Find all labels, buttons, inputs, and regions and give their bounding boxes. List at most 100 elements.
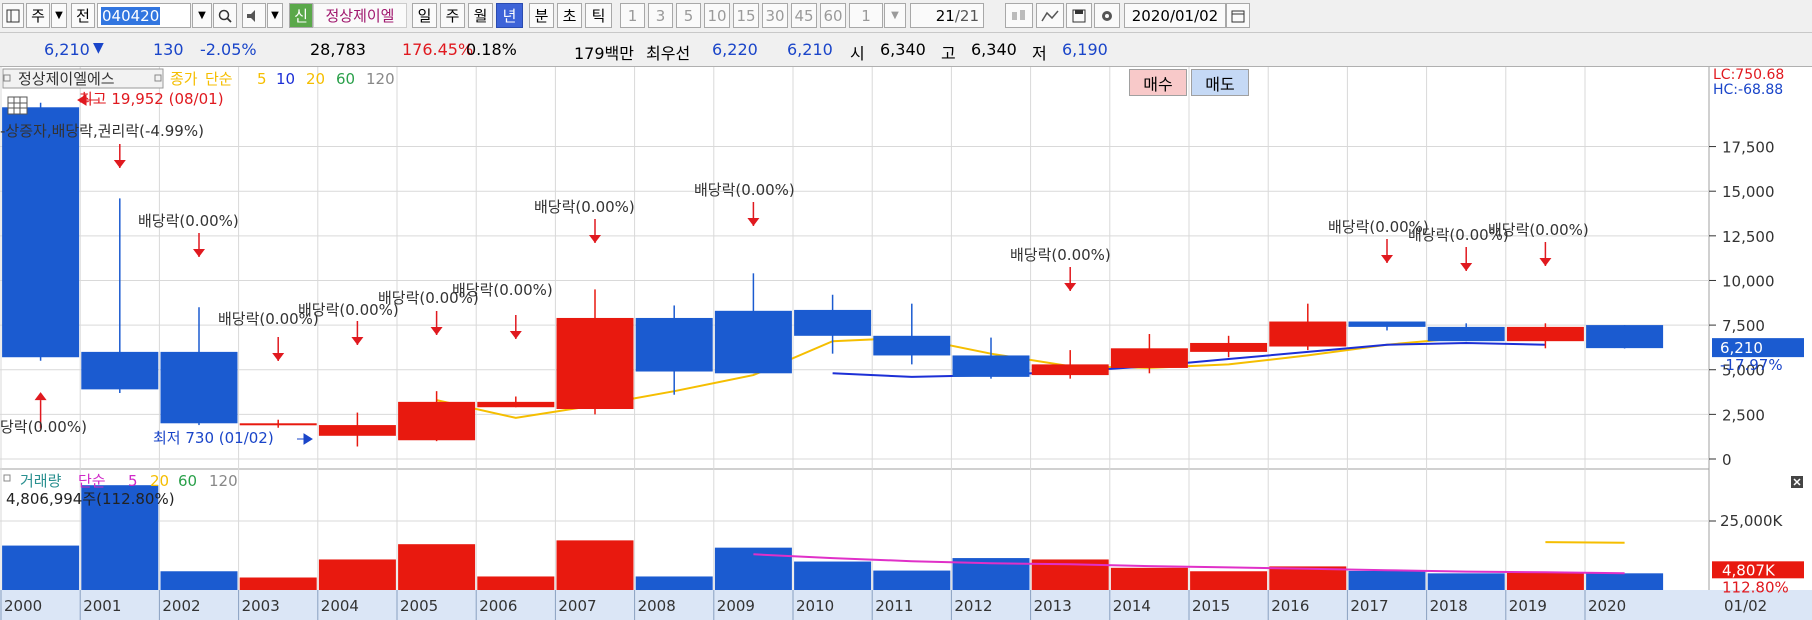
interval-30[interactable]: 30 — [762, 3, 788, 28]
tab-second[interactable]: 초 — [557, 3, 582, 28]
code-dropdown-icon[interactable]: ▼ — [192, 3, 212, 28]
interval-10[interactable]: 10 — [704, 3, 730, 28]
event-label: -상증자,배당락,권리락(-4.99%) — [0, 122, 204, 140]
interval-dropdown-icon[interactable]: ▼ — [884, 3, 906, 28]
gear-icon[interactable] — [1094, 3, 1120, 28]
volume-ratio: 176.45% — [402, 40, 474, 59]
x-tick-label: 2000 — [4, 597, 42, 615]
x-axis-date: 01/02 — [1724, 597, 1767, 615]
y-tick-label: 10,000 — [1722, 272, 1775, 290]
x-tick-label: 2005 — [400, 597, 438, 615]
volume-legend-title: 거래량 — [20, 472, 62, 490]
event-label: 배당락(0.00%) — [452, 281, 553, 299]
interval-45[interactable]: 45 — [791, 3, 817, 28]
volume-y-tick: 25,000K — [1720, 512, 1783, 530]
price-diff-pct: -17.97% — [1720, 356, 1783, 374]
candle-body — [2, 107, 80, 358]
trend-icon[interactable] — [1036, 3, 1064, 28]
volume-bars — [2, 485, 1664, 590]
open-price: 6,340 — [880, 40, 926, 59]
x-tick-label: 2010 — [796, 597, 834, 615]
down-arrow-icon — [1460, 263, 1473, 271]
speaker-icon[interactable] — [242, 3, 266, 28]
turnover: 0.18% — [466, 40, 517, 59]
candle-body — [398, 401, 476, 441]
high-label: 고 — [941, 44, 956, 63]
count-input[interactable]: 21/21 — [910, 3, 984, 28]
candle-body — [556, 317, 634, 410]
legend-price-label: 종가 — [170, 70, 198, 88]
volume-legend-ma120: 120 — [209, 472, 238, 490]
tab-week[interactable]: 주 — [440, 3, 465, 28]
down-arrow-icon — [193, 249, 205, 257]
tab-tick[interactable]: 틱 — [585, 3, 612, 28]
volume-ma20-line — [1545, 541, 1625, 544]
y-tick-label: 12,500 — [1722, 228, 1775, 246]
tab-month[interactable]: 월 — [468, 3, 493, 28]
interval-5[interactable]: 5 — [676, 3, 701, 28]
y-tick-label: 0 — [1722, 451, 1732, 469]
quote-bar: 6,210 ▼ 130 -2.05% 28,783 176.45% 0.18% … — [0, 33, 1812, 96]
down-arrow-icon — [747, 218, 760, 226]
candles — [2, 102, 1664, 447]
tab-year[interactable]: 년 — [496, 3, 523, 28]
period-select[interactable]: 주 — [26, 3, 50, 28]
candle-body — [318, 425, 396, 436]
tab-minute[interactable]: 분 — [529, 3, 554, 28]
down-arrow-icon — [589, 235, 601, 243]
interval-input[interactable]: 1 — [849, 3, 883, 28]
event-label: 배당락(0.00%) — [534, 198, 635, 216]
interval-3[interactable]: 3 — [648, 3, 673, 28]
x-tick-label: 2008 — [638, 597, 676, 615]
volume-bar — [556, 540, 634, 590]
x-tick-label: 2001 — [83, 597, 121, 615]
volume-bar — [1348, 570, 1426, 590]
down-arrow-icon — [113, 160, 126, 168]
x-tick-label: 2020 — [1588, 597, 1626, 615]
up-arrow-icon — [34, 392, 47, 401]
legend-ma20: 20 — [306, 70, 325, 88]
date-input[interactable]: 2020/01/02 — [1124, 3, 1226, 28]
low-price: 6,190 — [1062, 40, 1108, 59]
volume-bar — [873, 570, 951, 590]
price-chart[interactable]: -상증자,배당락,권리락(-4.99%) 배당락(0.00%) 배당락(0.00%)… — [0, 67, 1812, 620]
prev-button[interactable]: 전 — [71, 3, 95, 28]
interval-60[interactable]: 60 — [820, 3, 846, 28]
volume-pct-label: 112.80% — [1722, 578, 1789, 596]
price-change-pct: -2.05% — [200, 40, 257, 59]
interval-1[interactable]: 1 — [620, 3, 645, 28]
event-label: 배당락(0.00%) — [1010, 246, 1111, 264]
y-tick-label: 2,500 — [1722, 406, 1765, 424]
candle-body — [1190, 342, 1268, 352]
new-badge[interactable]: 신 — [289, 3, 313, 28]
down-arrow-icon — [1539, 258, 1552, 266]
speaker-dropdown-icon[interactable]: ▼ — [267, 3, 283, 28]
volume-bar — [239, 577, 317, 590]
x-tick-label: 2002 — [162, 597, 200, 615]
volume-bar — [794, 561, 872, 590]
stock-code-input[interactable]: 040420 — [97, 3, 191, 28]
table-icon[interactable] — [7, 96, 28, 115]
chevron-down-icon[interactable]: ▼ — [51, 3, 67, 28]
save-icon[interactable] — [1066, 3, 1092, 28]
current-price-label: 6,210 — [1720, 339, 1763, 357]
legend-toggle-icon[interactable] — [3, 474, 11, 482]
x-tick-label: 2003 — [242, 597, 280, 615]
low-label: 저 — [1032, 44, 1047, 63]
candle-body — [239, 423, 317, 426]
legend-title: 정상제이엘에스 — [18, 70, 115, 88]
hc-label: HC:-68.88 — [1713, 82, 1783, 98]
volume-info: 4,806,994주(112.80%) — [6, 490, 175, 508]
search-icon[interactable] — [213, 3, 237, 28]
tab-day[interactable]: 일 — [412, 3, 437, 28]
candle-body — [160, 351, 238, 424]
calendar-icon[interactable] — [1226, 3, 1250, 28]
candle-body — [1586, 325, 1664, 349]
trade-value: 179백만 — [574, 44, 634, 63]
candle-type-icon[interactable] — [1005, 3, 1033, 28]
candle-body — [1427, 326, 1505, 342]
x-tick-label: 2013 — [1034, 597, 1072, 615]
candle-body — [952, 355, 1030, 377]
interval-15[interactable]: 15 — [733, 3, 759, 28]
layout-icon[interactable] — [2, 3, 24, 28]
